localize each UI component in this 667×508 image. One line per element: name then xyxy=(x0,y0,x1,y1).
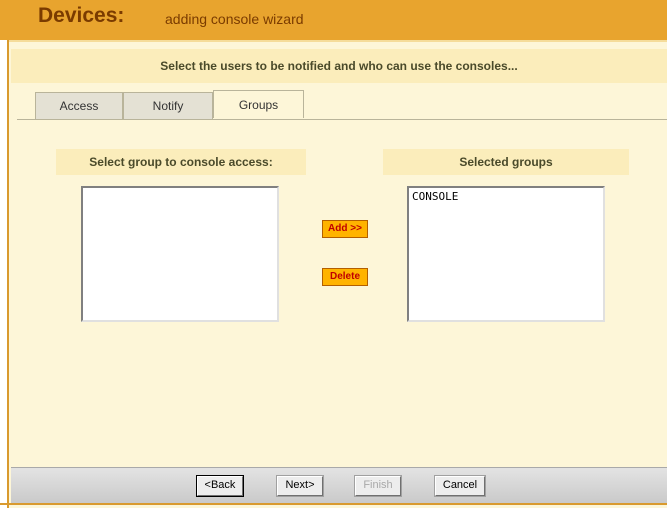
tab-access[interactable]: Access xyxy=(35,92,123,119)
panel-divider xyxy=(9,40,667,42)
page-subtitle: adding console wizard xyxy=(165,11,304,27)
instruction-banner: Select the users to be notified and who … xyxy=(11,49,667,83)
cancel-button[interactable]: Cancel xyxy=(434,475,486,497)
available-groups-heading: Select group to console access: xyxy=(56,149,306,175)
tab-notify[interactable]: Notify xyxy=(123,92,213,119)
next-button[interactable]: Next> xyxy=(276,475,324,497)
selected-groups-heading: Selected groups xyxy=(383,149,629,175)
finish-button: Finish xyxy=(354,475,402,497)
available-groups-list[interactable] xyxy=(81,186,279,322)
wizard-panel: Select the users to be notified and who … xyxy=(7,40,667,508)
tab-groups[interactable]: Groups xyxy=(213,90,304,118)
tab-strip-divider xyxy=(17,119,667,120)
wizard-footer: <Back Next> Finish Cancel xyxy=(11,467,667,504)
add-button[interactable]: Add >> xyxy=(322,220,368,238)
page-title: Devices: xyxy=(38,4,125,27)
back-button[interactable]: <Back xyxy=(196,475,244,497)
list-item[interactable]: CONSOLE xyxy=(412,190,600,203)
page-header: Devices: adding console wizard xyxy=(0,0,667,40)
delete-button[interactable]: Delete xyxy=(322,268,368,286)
selected-groups-list[interactable]: CONSOLE xyxy=(407,186,605,322)
panel-bottom-border xyxy=(0,503,667,505)
